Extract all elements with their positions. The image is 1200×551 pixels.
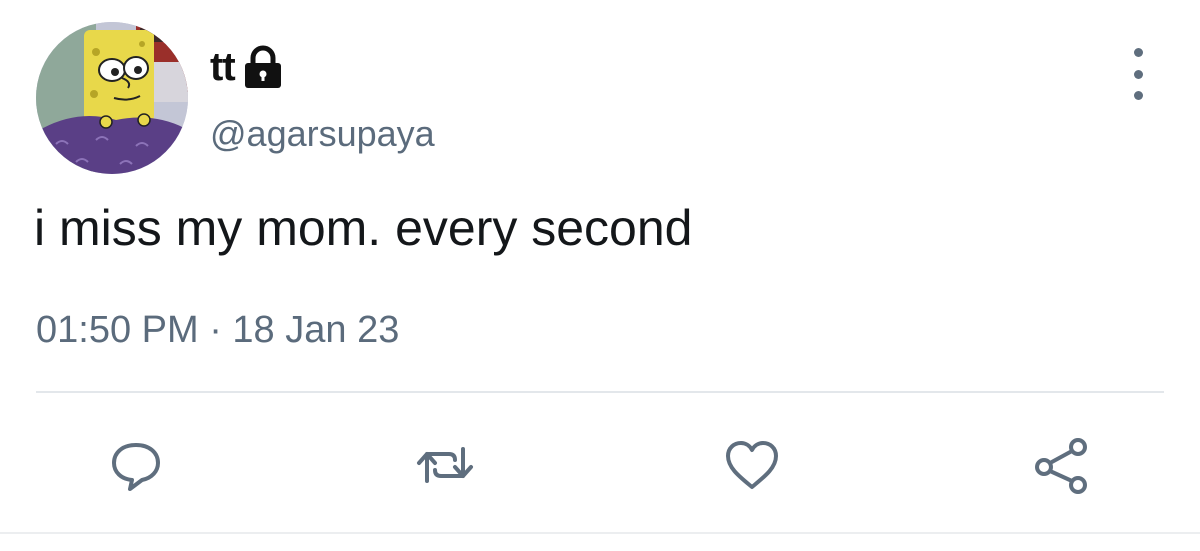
menu-dot — [1133, 69, 1143, 79]
more-vertical-icon[interactable] — [1120, 48, 1156, 100]
menu-dot — [1133, 48, 1143, 57]
reply-button[interactable] — [96, 425, 176, 505]
like-button[interactable] — [712, 425, 792, 505]
display-name[interactable]: tt — [210, 47, 236, 87]
action-bar — [0, 425, 1200, 505]
divider — [36, 391, 1164, 393]
user-handle[interactable]: @agarsupaya — [210, 116, 435, 152]
display-name-row: tt — [210, 42, 287, 92]
share-icon — [1035, 438, 1087, 494]
heart-icon — [726, 441, 778, 489]
avatar[interactable] — [36, 22, 188, 174]
retweet-icon — [417, 447, 473, 483]
menu-dot — [1133, 91, 1143, 100]
bottom-divider — [0, 532, 1200, 534]
reply-icon — [112, 443, 160, 491]
cartoon-avatar-image — [36, 22, 188, 174]
tweet-card: tt @agarsupaya i miss my mom. every seco… — [0, 0, 1200, 551]
retweet-button[interactable] — [405, 425, 485, 505]
lock-icon — [244, 45, 281, 88]
tweet-timestamp[interactable]: 01:50 PM · 18 Jan 23 — [36, 309, 399, 352]
tweet-text: i miss my mom. every second — [34, 200, 693, 256]
share-button[interactable] — [1022, 425, 1102, 505]
